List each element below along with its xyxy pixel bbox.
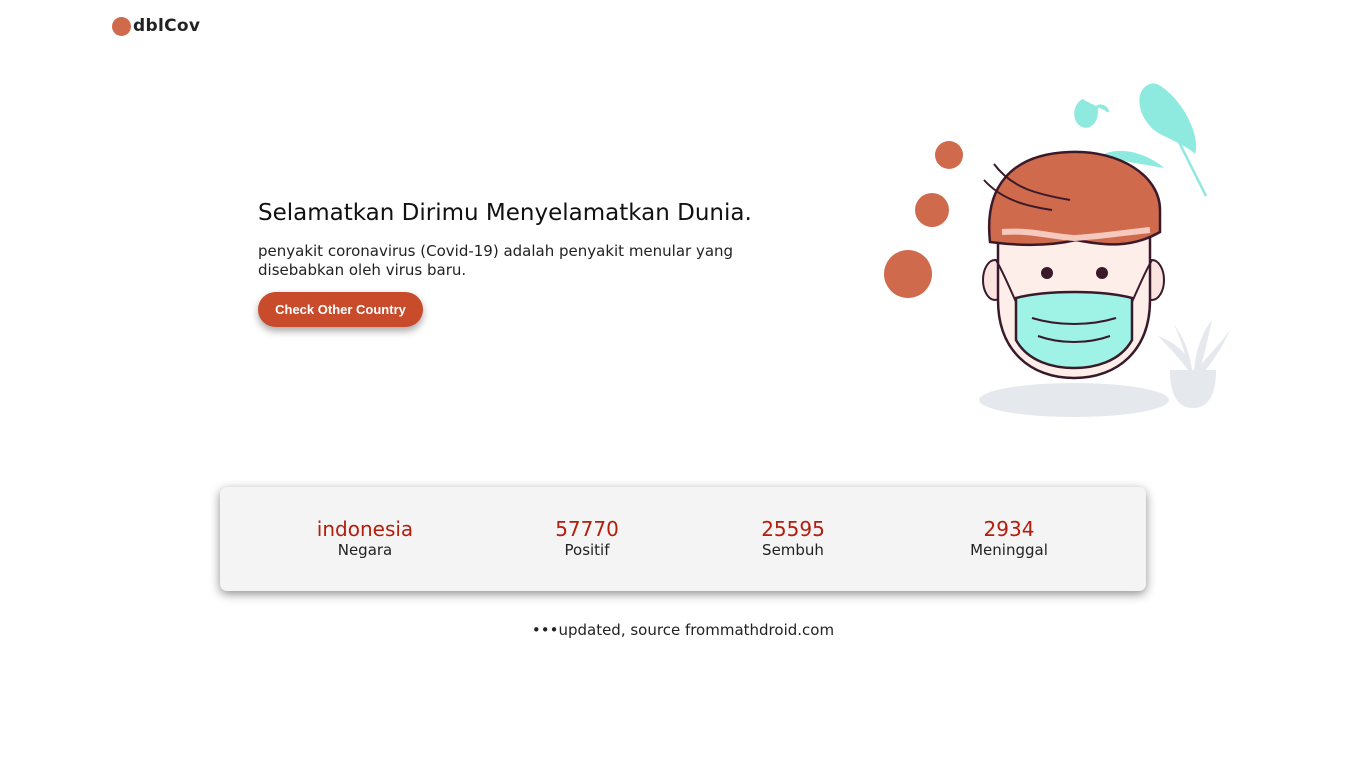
stat-positive: 57770 Positif <box>555 517 619 560</box>
brand-logo[interactable]: dblCov <box>112 16 200 36</box>
stat-deaths: 2934 Meninggal <box>970 517 1048 560</box>
stats-card: indonesia Negara 57770 Positif 25595 Sem… <box>220 487 1146 591</box>
face-mask-icon <box>1014 290 1134 370</box>
stat-value: 2934 <box>983 517 1035 541</box>
decor-dot-small <box>935 141 963 169</box>
stat-country: indonesia Negara <box>317 517 413 560</box>
stat-recovered: 25595 Sembuh <box>761 517 825 560</box>
stat-value: indonesia <box>316 517 414 541</box>
stat-value: 25595 <box>761 517 825 541</box>
brand-name: dblCov <box>133 16 201 36</box>
check-other-country-button[interactable]: Check Other Country <box>258 292 423 327</box>
masked-person-illustration <box>884 83 1230 417</box>
page: dblCov Selamatkan Dirimu Menyelamatkan D… <box>0 0 1366 768</box>
stat-label: Sembuh <box>762 541 824 559</box>
stat-value: 57770 <box>555 517 619 541</box>
stat-label: Negara <box>337 541 393 559</box>
decor-dot-large <box>884 250 932 298</box>
update-source-note: •••updated, source frommathdroid.com <box>531 621 835 639</box>
logo-dot-icon <box>112 16 131 36</box>
hero-title: Selamatkan Dirimu Menyelamatkan Dunia. <box>258 200 752 226</box>
stat-label: Meninggal <box>970 541 1048 559</box>
stat-label: Positif <box>564 541 610 559</box>
decor-dot-medium <box>915 193 949 227</box>
plant-pot-icon <box>1158 320 1230 408</box>
ground-shadow <box>979 383 1169 417</box>
hero-description: penyakit coronavirus (Covid-19) adalah p… <box>258 242 734 279</box>
